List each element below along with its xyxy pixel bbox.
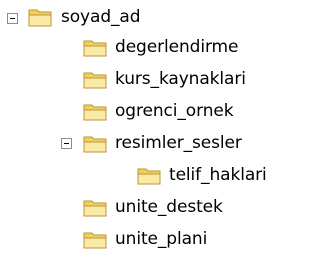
tree-label: ogrenci_ornek bbox=[115, 101, 234, 121]
folder-icon bbox=[135, 164, 163, 186]
tree-label: resimler_sesler bbox=[115, 133, 242, 153]
folder-icon bbox=[81, 228, 109, 250]
folder-tree: soyad_ad degerlendirme kurs_kaynaklari o… bbox=[0, 0, 270, 275]
tree-node-telif-haklari[interactable]: telif_haklari bbox=[0, 160, 270, 190]
tree-label: soyad_ad bbox=[61, 7, 141, 27]
folder-open-icon bbox=[27, 6, 55, 28]
folder-icon bbox=[81, 36, 109, 58]
folder-icon bbox=[81, 100, 109, 122]
folder-icon bbox=[81, 132, 109, 154]
tree-node-unite-plani[interactable]: unite_plani bbox=[0, 224, 270, 254]
tree-node-kurs-kaynaklari[interactable]: kurs_kaynaklari bbox=[0, 64, 270, 94]
collapse-icon[interactable] bbox=[7, 13, 18, 24]
collapse-icon[interactable] bbox=[61, 138, 72, 149]
tree-node-degerlendirme[interactable]: degerlendirme bbox=[0, 32, 270, 62]
tree-label: unite_destek bbox=[115, 197, 223, 217]
folder-icon bbox=[81, 68, 109, 90]
tree-label: unite_plani bbox=[115, 229, 208, 249]
tree-node-resimler-sesler[interactable]: resimler_sesler bbox=[0, 128, 270, 158]
tree-label: degerlendirme bbox=[115, 37, 239, 57]
tree-node-soyad-ad[interactable]: soyad_ad bbox=[0, 2, 200, 32]
tree-label: kurs_kaynaklari bbox=[115, 69, 246, 89]
tree-node-ogrenci-ornek[interactable]: ogrenci_ornek bbox=[0, 96, 270, 126]
tree-node-unite-destek[interactable]: unite_destek bbox=[0, 192, 270, 222]
tree-label: telif_haklari bbox=[169, 165, 267, 185]
folder-icon bbox=[81, 196, 109, 218]
